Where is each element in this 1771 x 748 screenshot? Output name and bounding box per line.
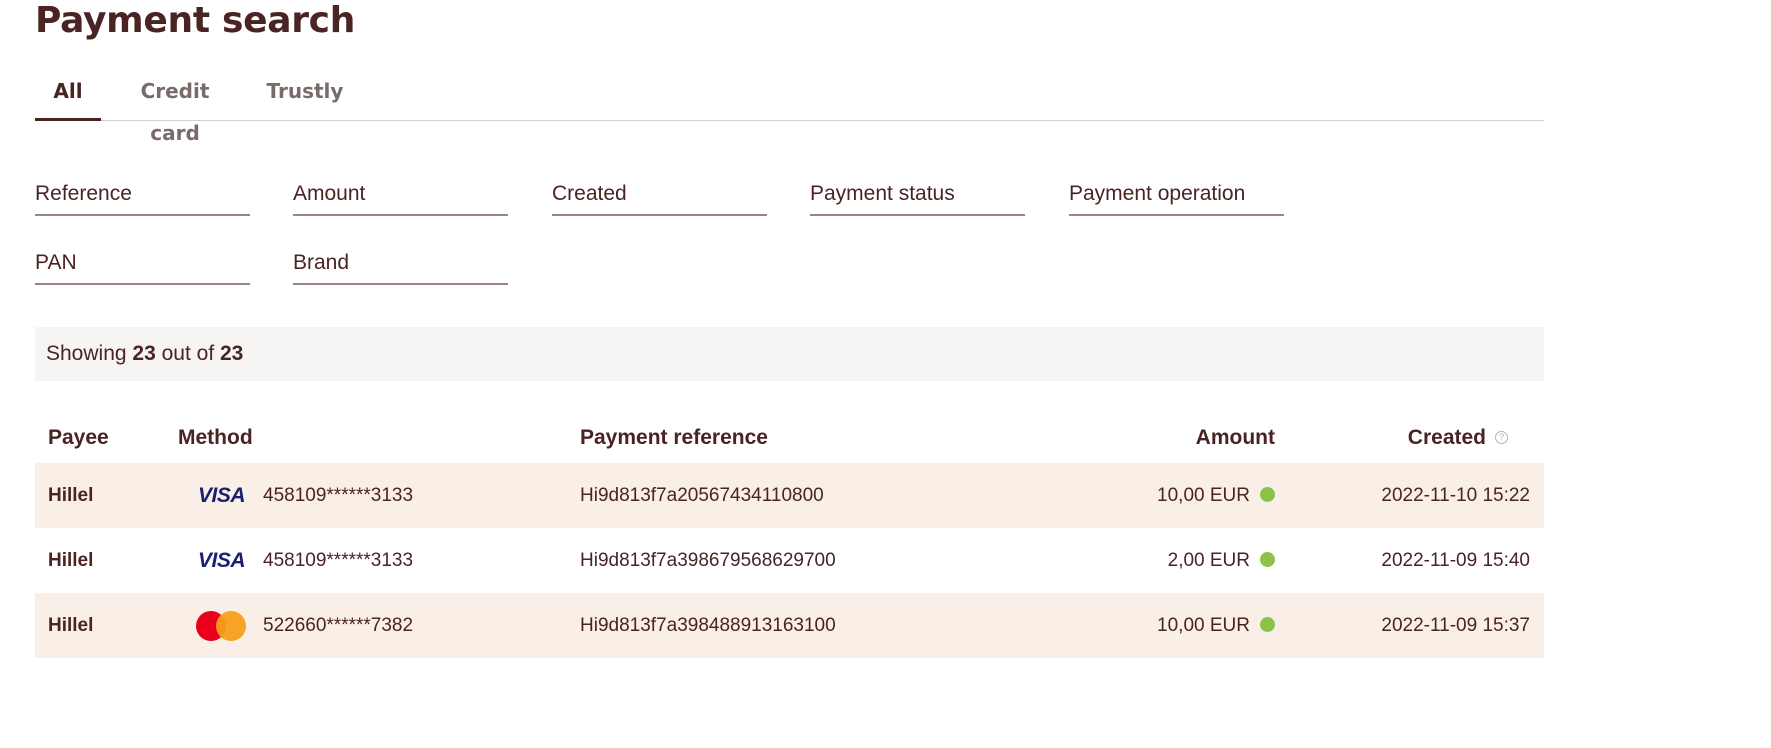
filter-amount[interactable]: Amount — [293, 180, 508, 216]
pan-cell: 458109******3133 — [263, 485, 414, 506]
created-cell: 2022-11-09 15:40 — [1381, 550, 1530, 571]
summary-prefix: Showing — [46, 342, 127, 365]
tab-all[interactable]: All — [35, 70, 101, 121]
filter-payment-operation[interactable]: Payment operation — [1069, 180, 1284, 216]
table-row[interactable]: Hillel 522660******7382 Hi9d813f7a398488… — [35, 593, 1544, 658]
table-row[interactable]: Hillel VISA 458109******3133 Hi9d813f7a3… — [35, 528, 1544, 593]
payment-reference-cell: Hi9d813f7a20567434110800 — [580, 485, 824, 506]
filter-payment-status[interactable]: Payment status — [810, 180, 1025, 216]
column-header-payment-reference[interactable]: Payment reference — [580, 426, 768, 450]
payee-cell: Hillel — [48, 615, 94, 636]
filter-reference[interactable]: Reference — [35, 180, 250, 216]
pan-cell: 522660******7382 — [263, 615, 414, 636]
table-header: Payee Method Payment reference Amount Cr… — [35, 415, 1544, 461]
created-cell: 2022-11-10 15:22 — [1381, 485, 1530, 506]
created-cell: 2022-11-09 15:37 — [1381, 615, 1530, 636]
page-title: Payment search — [35, 0, 356, 41]
help-icon[interactable]: ? — [1495, 431, 1508, 444]
column-header-method[interactable]: Method — [178, 426, 253, 450]
payee-cell: Hillel — [48, 550, 94, 571]
table-row[interactable]: Hillel VISA 458109******3133 Hi9d813f7a2… — [35, 463, 1544, 528]
tab-bar: All Credit card Trustly — [35, 70, 1544, 145]
tab-trustly[interactable]: Trustly — [265, 70, 345, 118]
payment-reference-cell: Hi9d813f7a398488913163100 — [580, 615, 836, 636]
column-header-created[interactable]: Created — [1408, 426, 1486, 449]
summary-total-count: 23 — [220, 342, 244, 365]
visa-logo-icon: VISA — [198, 549, 246, 572]
pan-cell: 458109******3133 — [263, 550, 414, 571]
column-header-payee[interactable]: Payee — [48, 426, 109, 450]
mastercard-logo-icon — [196, 611, 246, 641]
summary-middle: out of — [161, 342, 215, 365]
results-summary: Showing 23 out of 23 — [35, 327, 1544, 381]
payment-reference-cell: Hi9d813f7a398679568629700 — [580, 550, 836, 571]
summary-shown-count: 23 — [132, 342, 156, 365]
filter-created[interactable]: Created — [552, 180, 767, 216]
filter-pan[interactable]: PAN — [35, 249, 250, 285]
tab-credit-card[interactable]: Credit card — [115, 70, 235, 145]
payee-cell: Hillel — [48, 485, 94, 506]
filter-brand[interactable]: Brand — [293, 249, 508, 285]
visa-logo-icon: VISA — [198, 484, 246, 507]
column-header-created-wrap[interactable]: Created? — [1208, 426, 1508, 450]
